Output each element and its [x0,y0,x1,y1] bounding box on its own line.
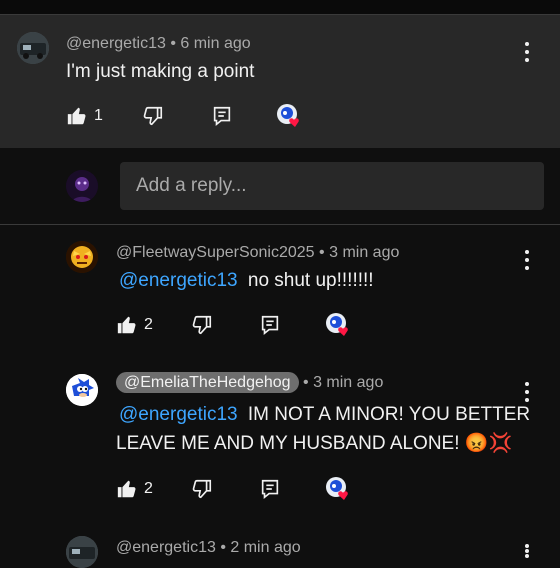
reply-text-line2: LEAVE ME AND MY HUSBAND ALONE! 😡💢 [116,433,513,454]
dislike-button[interactable] [191,475,213,503]
thumb-down-icon [192,479,212,499]
creator-heart [325,475,351,503]
reply-author-chip[interactable]: @EmeliaTheHedgehog [116,372,299,393]
like-button[interactable]: 2 [116,311,153,339]
reply-button[interactable] [259,475,281,503]
dislike-button[interactable] [142,102,164,130]
like-count: 2 [144,480,153,497]
reply-author[interactable]: @energetic13 [116,539,216,556]
thumb-up-icon [117,316,136,334]
creator-heart-icon [326,313,348,336]
truck-avatar-icon [66,536,98,568]
separator-dot: • [220,539,226,556]
more-vert-icon[interactable] [517,248,537,272]
avatar[interactable] [17,32,49,64]
avatar[interactable] [66,241,98,273]
creator-heart-icon [326,477,348,500]
more-vert-icon[interactable] [517,380,537,404]
reply-time[interactable]: 3 min ago [313,374,383,391]
thumb-down-icon [192,315,212,335]
truck-avatar-icon [17,32,49,64]
separator-dot: • [303,374,309,391]
like-button[interactable]: 2 [116,475,153,503]
reply-text: no shut up!!!!!!! [247,270,374,291]
comment-text: I'm just making a point [66,61,255,82]
creator-heart [325,311,351,339]
thumb-down-icon [143,106,163,126]
comment-time[interactable]: 6 min ago [180,35,250,52]
avatar[interactable] [66,536,98,568]
reply-time[interactable]: 2 min ago [230,539,300,556]
avatar[interactable] [66,374,98,406]
reply-icon [261,479,279,499]
reply-text-line1: IM NOT A MINOR! YOU BETTER [247,404,531,425]
dislike-button[interactable] [191,311,213,339]
like-button[interactable]: 1 [66,102,103,130]
fleetway-avatar-icon [66,241,98,273]
more-vert-icon[interactable] [517,40,537,64]
reply-time[interactable]: 3 min ago [329,244,399,261]
top-divider-strip [0,0,560,15]
thumb-up-icon [117,480,136,498]
creator-heart-icon [277,104,299,127]
thumb-up-icon [67,107,86,125]
main-comment: @energetic13 • 6 min ago I'm just making… [0,15,560,148]
like-count: 2 [144,316,153,333]
more-vert-icon[interactable] [517,542,537,560]
reply-button[interactable] [259,311,281,339]
mention-link[interactable]: @energetic13 [119,270,238,291]
mention-link[interactable]: @energetic13 [119,404,238,425]
reply-author[interactable]: @FleetwaySuperSonic2025 [116,244,315,261]
reply-input-box[interactable] [120,162,544,210]
reply-button[interactable] [211,102,233,130]
sonic-avatar-icon [66,374,98,406]
reply-icon [261,315,279,335]
separator-dot: • [170,35,176,52]
comment-author[interactable]: @energetic13 [66,35,166,52]
like-count: 1 [94,107,103,124]
current-user-avatar[interactable] [66,170,98,202]
separator-dot: • [319,244,325,261]
reply-icon [213,106,231,126]
creator-heart [276,102,302,130]
reply-input[interactable] [120,162,544,210]
user-avatar-icon [66,170,98,202]
